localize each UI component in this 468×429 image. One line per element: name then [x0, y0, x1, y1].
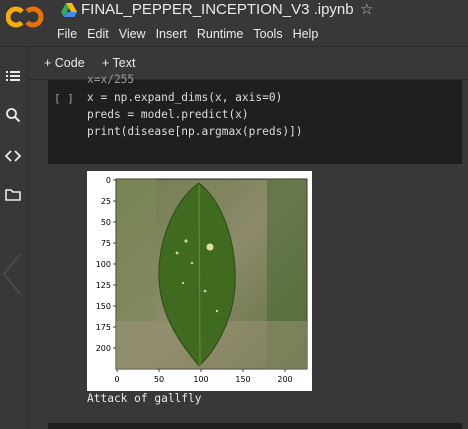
y-tick-label: 150 [96, 302, 111, 311]
left-sidebar [0, 47, 28, 429]
menu-tools[interactable]: Tools [253, 26, 282, 42]
x-tick-label: 150 [235, 375, 250, 384]
code-line: x=x/255 [87, 73, 135, 86]
code-line: print(disease[np.argmax(preds)]) [87, 125, 303, 138]
search-icon[interactable] [5, 107, 21, 123]
y-tick-label: 175 [96, 323, 111, 332]
code-snippets-icon[interactable] [5, 148, 21, 164]
folder-icon[interactable] [5, 187, 21, 203]
y-tick-label: 50 [101, 218, 111, 227]
x-tick-label: 50 [154, 375, 164, 384]
y-tick-label: 75 [101, 239, 111, 248]
y-tick-label: 125 [96, 281, 111, 290]
notebook-title[interactable]: FINAL_PEPPER_INCEPTION_V3 .ipynb [81, 0, 354, 20]
x-tick-label: 200 [277, 375, 292, 384]
y-tick-label: 100 [96, 260, 111, 269]
y-tick-label: 0 [106, 176, 111, 185]
code-line: x = np.expand_dims(x, axis=0) [87, 91, 283, 104]
add-text-button[interactable]: + Text [102, 56, 135, 70]
cell-output: 0 25 50 75 100 125 150 175 200 0 50 100 … [48, 164, 462, 423]
next-cell-edge [48, 423, 462, 429]
add-code-button[interactable]: + Code [44, 56, 85, 70]
collapse-arrow-icon[interactable] [0, 252, 22, 296]
code-cell[interactable]: [ ] x=x/255 x = np.expand_dims(x, axis=0… [48, 73, 462, 165]
menu-help[interactable]: Help [293, 26, 319, 42]
menu-file[interactable]: File [57, 26, 77, 42]
run-cell-button[interactable]: [ ] [54, 92, 74, 105]
star-icon[interactable]: ☆ [360, 0, 373, 20]
menu-edit[interactable]: Edit [87, 26, 109, 42]
y-tick-label: 25 [101, 197, 111, 206]
prediction-output: Attack of gallfly [87, 392, 202, 405]
colab-logo[interactable] [6, 5, 44, 29]
menu-insert[interactable]: Insert [156, 26, 187, 42]
image-plot: 0 25 50 75 100 125 150 175 200 0 50 100 … [87, 171, 312, 391]
google-drive-icon [61, 3, 77, 17]
app-header: FINAL_PEPPER_INCEPTION_V3 .ipynb ☆ File … [0, 0, 468, 46]
x-tick-label: 100 [193, 375, 208, 384]
y-tick-label: 200 [96, 344, 111, 353]
code-line: preds = model.predict(x) [87, 108, 249, 121]
x-tick-label: 0 [114, 375, 119, 384]
table-of-contents-icon[interactable] [5, 68, 21, 84]
menu-view[interactable]: View [119, 26, 146, 42]
menu-runtime[interactable]: Runtime [197, 26, 244, 42]
menu-bar: File Edit View Insert Runtime Tools Help [57, 26, 328, 42]
